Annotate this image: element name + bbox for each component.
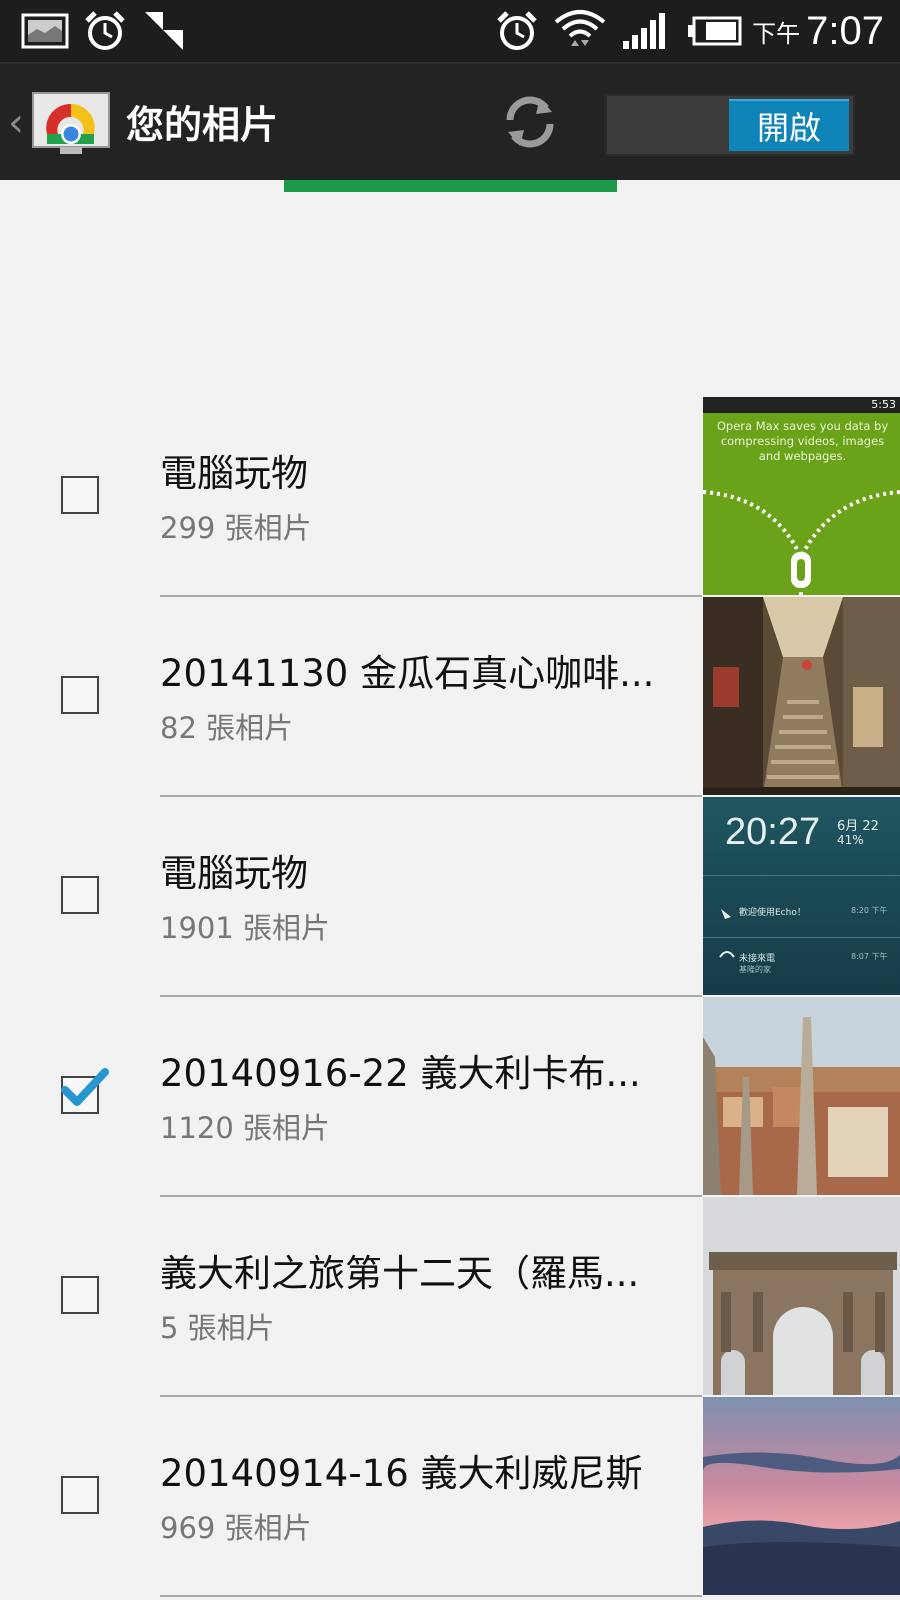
enable-toggle[interactable]: 開啟 [605, 94, 855, 156]
album-title: 20141130 金瓜石真心咖啡... [160, 652, 655, 695]
album-checkbox[interactable] [61, 1276, 99, 1314]
signal-partial-icon [142, 8, 186, 54]
album-photo-count: 5 張相片 [160, 1311, 275, 1345]
alarm-icon [82, 8, 128, 54]
album-photo-count: 299 張相片 [160, 511, 312, 545]
album-photo-count: 82 張相片 [160, 711, 294, 745]
album-thumbnail [703, 1397, 900, 1595]
alarm-icon [494, 8, 540, 54]
album-photo-count: 969 張相片 [160, 1511, 312, 1545]
album-checkbox[interactable] [61, 1476, 99, 1514]
album-title: 電腦玩物 [160, 452, 308, 495]
album-photo-count: 1901 張相片 [160, 911, 331, 945]
cell-signal-icon [620, 8, 668, 54]
clock-ampm: 下午 [752, 19, 801, 48]
album-row[interactable]: 電腦玩物 1901 張相片 20:27 6月 22 41% 歡迎使用Echo！ … [0, 797, 900, 997]
refresh-icon[interactable] [498, 90, 562, 154]
zipper-icon [703, 490, 900, 595]
page-title: 您的相片 [126, 103, 279, 147]
clock-time: 7:07 [806, 8, 884, 53]
status-clock: 下午 7:07 [752, 6, 884, 56]
album-checkbox[interactable] [61, 876, 99, 914]
album-list: 電腦玩物 299 張相片 5:53 Opera Max saves you da… [0, 397, 900, 1597]
album-photo-count: 1120 張相片 [160, 1111, 331, 1145]
album-checkbox-checked[interactable] [61, 1068, 109, 1114]
toggle-on-label: 開啟 [729, 99, 849, 151]
album-row[interactable]: 義大利之旅第十二天（羅馬... 5 張相片 [0, 1197, 900, 1397]
gallery-notification-icon [20, 8, 70, 54]
chromecast-app-icon[interactable] [32, 92, 110, 156]
album-thumbnail: 20:27 6月 22 41% 歡迎使用Echo！ 8:20 下午 未接來電 8… [703, 797, 900, 995]
action-bar: ‹ 您的相片 開啟 [0, 62, 900, 180]
album-title: 電腦玩物 [160, 852, 308, 895]
album-checkbox[interactable] [61, 676, 99, 714]
progress-indicator [284, 180, 617, 192]
album-thumbnail [703, 597, 900, 795]
wifi-icon [552, 8, 608, 54]
album-thumbnail [703, 997, 900, 1195]
album-thumbnail: 5:53 Opera Max saves you data by compres… [703, 397, 900, 595]
album-title: 20140914-16 義大利威尼斯 [160, 1452, 643, 1495]
checkmark-icon [61, 1068, 109, 1106]
album-title: 義大利之旅第十二天（羅馬... [160, 1252, 640, 1295]
lockscreen-icons [719, 909, 735, 958]
battery-icon [686, 8, 742, 54]
divider [160, 1595, 702, 1597]
album-row[interactable]: 20141130 金瓜石真心咖啡... 82 張相片 [0, 597, 900, 797]
status-bar: 下午 7:07 [0, 0, 900, 62]
back-chevron-icon[interactable]: ‹ [8, 100, 24, 146]
album-thumbnail [703, 1197, 900, 1395]
album-title: 20140916-22 義大利卡布... [160, 1052, 641, 1095]
album-checkbox[interactable] [61, 476, 99, 514]
album-row[interactable]: 20140916-22 義大利卡布... 1120 張相片 [0, 997, 900, 1197]
album-row[interactable]: 20140914-16 義大利威尼斯 969 張相片 [0, 1397, 900, 1597]
album-row[interactable]: 電腦玩物 299 張相片 5:53 Opera Max saves you da… [0, 397, 900, 597]
